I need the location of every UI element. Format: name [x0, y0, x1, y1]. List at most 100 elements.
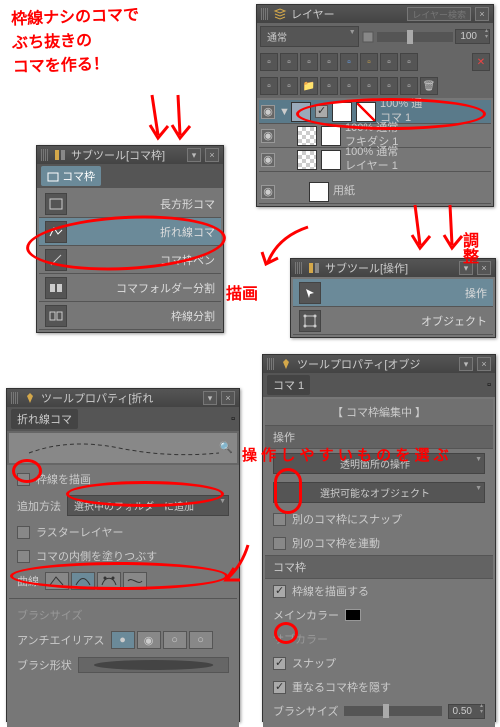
tool-row[interactable]: 操作: [293, 279, 493, 307]
layer-btn[interactable]: ▫: [320, 53, 338, 71]
titlebar[interactable]: レイヤー レイヤー検索 ×: [257, 5, 493, 23]
close-icon[interactable]: ×: [475, 7, 489, 21]
layer-btn[interactable]: ▫: [360, 77, 378, 95]
aa-btn[interactable]: ○: [189, 631, 213, 649]
checkbox[interactable]: [17, 526, 30, 539]
curve-btn[interactable]: [45, 572, 69, 590]
tabrow: コマ 1 ▫: [263, 373, 495, 397]
curve-btn[interactable]: [123, 572, 147, 590]
tool-row[interactable]: 折れ線コマ: [39, 218, 221, 246]
aa-btn[interactable]: ●: [111, 631, 135, 649]
icon[interactable]: ▫: [487, 379, 491, 391]
aa-btn[interactable]: ◉: [137, 631, 161, 649]
trash-icon[interactable]: 🗑: [420, 77, 438, 95]
close-icon[interactable]: ×: [205, 148, 219, 162]
layer-row[interactable]: ◉100% 通常フキダシ 1: [259, 124, 491, 148]
arrow-annotation: [160, 90, 200, 150]
layer-btn[interactable]: ▫: [280, 53, 298, 71]
prop-row: ブラシ形状: [265, 723, 493, 727]
layer-row[interactable]: ◉用紙: [259, 180, 491, 204]
search-tab[interactable]: レイヤー検索: [407, 7, 471, 21]
check[interactable]: [315, 105, 328, 118]
opacity-slider[interactable]: [377, 32, 454, 42]
layer-btn[interactable]: ▫: [380, 53, 398, 71]
layer-btn[interactable]: ▫: [300, 53, 318, 71]
close-icon[interactable]: ×: [221, 391, 235, 405]
checkbox[interactable]: [17, 550, 30, 563]
menu-icon[interactable]: ▾: [459, 261, 473, 275]
close-icon[interactable]: ×: [477, 261, 491, 275]
prop-row: 枠線を描画する: [265, 579, 493, 603]
tool-row[interactable]: オブジェクト: [293, 307, 493, 335]
checkbox[interactable]: [273, 585, 286, 598]
checkbox[interactable]: [273, 537, 286, 550]
layer-btn[interactable]: ✕: [472, 53, 490, 71]
blend-dropdown[interactable]: 通常: [260, 26, 359, 47]
layer-row[interactable]: ◉▼100% 通コマ 1: [259, 100, 491, 124]
brushshape-preview[interactable]: [78, 657, 229, 673]
eye-icon[interactable]: ◉: [261, 185, 275, 199]
titlebar[interactable]: サブツール[操作]▾×: [291, 259, 495, 277]
layer-btn[interactable]: ▫: [340, 77, 358, 95]
layer-btn[interactable]: ▫: [380, 77, 398, 95]
object-icon: [299, 310, 321, 332]
tool-row[interactable]: コマフォルダー分割: [39, 274, 221, 302]
eye-icon[interactable]: ◉: [261, 129, 275, 143]
layer-btn[interactable]: ▫: [400, 77, 418, 95]
dropdown[interactable]: 選択可能なオブジェクト: [273, 482, 485, 503]
new-layer[interactable]: ▫: [280, 77, 298, 95]
dropdown[interactable]: 透明箇所の操作: [273, 453, 485, 474]
section-hdr: コマ枠: [265, 555, 493, 579]
menu-icon[interactable]: ▾: [187, 148, 201, 162]
slider[interactable]: [344, 706, 441, 716]
brush-size-value[interactable]: 0.50: [448, 704, 485, 719]
thumb: [297, 150, 317, 170]
search-icon[interactable]: 🔍: [219, 441, 233, 454]
prop-row: アンチエイリアス ●◉○○: [9, 627, 237, 653]
curve-btn[interactable]: [97, 572, 121, 590]
layer-btn[interactable]: ▫: [360, 53, 378, 71]
label: ブラシ形状: [17, 657, 72, 673]
checkbox[interactable]: [273, 513, 286, 526]
titlebar[interactable]: ツールプロパティ[オブジ▾×: [263, 355, 495, 373]
menu-icon[interactable]: ▾: [203, 391, 217, 405]
expand-icon[interactable]: ▼: [279, 106, 287, 118]
menu-icon[interactable]: ▾: [459, 357, 473, 371]
tab[interactable]: コマ 1: [267, 375, 310, 395]
curve-btn[interactable]: [71, 572, 95, 590]
opacity-icon: [361, 30, 375, 44]
prop-row: サブカラー: [265, 627, 493, 651]
layer-btn[interactable]: ▫: [340, 53, 358, 71]
tab[interactable]: コマ枠: [41, 166, 101, 186]
checkbox[interactable]: [17, 473, 30, 486]
label: コマの内側を塗りつぶす: [36, 548, 157, 564]
checkbox[interactable]: [273, 681, 286, 694]
layers-icon: [273, 7, 287, 21]
aa-btn[interactable]: ○: [163, 631, 187, 649]
checkbox[interactable]: [273, 657, 286, 670]
new-layer[interactable]: ▫: [260, 77, 278, 95]
close-icon[interactable]: ×: [477, 357, 491, 371]
icon[interactable]: ▫: [231, 413, 235, 425]
layer-btn[interactable]: ▫: [400, 53, 418, 71]
addmethod-dropdown[interactable]: 選択中のフォルダーに追加: [67, 495, 229, 516]
thumb: [291, 102, 311, 122]
eye-icon[interactable]: ◉: [261, 105, 275, 119]
tool-row[interactable]: 長方形コマ: [39, 190, 221, 218]
tool-row[interactable]: 枠線分割: [39, 302, 221, 330]
arrow-annotation: [140, 90, 180, 150]
color-swatch[interactable]: [345, 609, 361, 621]
titlebar[interactable]: ツールプロパティ[折れ▾×: [7, 389, 239, 407]
layer-btn[interactable]: ▫: [320, 77, 338, 95]
new-folder[interactable]: 📁: [300, 77, 318, 95]
tool-row[interactable]: コマ枠ペン: [39, 246, 221, 274]
eye-icon[interactable]: ◉: [261, 153, 275, 167]
opacity-value[interactable]: 100: [455, 29, 490, 44]
tab[interactable]: 折れ線コマ: [11, 409, 78, 429]
frame-split-icon: [45, 305, 67, 327]
layer-row[interactable]: ◉100% 通常レイヤー 1: [259, 148, 491, 172]
label: 曲線: [17, 573, 39, 589]
titlebar[interactable]: サブツール[コマ枠]▾×: [37, 146, 223, 164]
label: ブラシサイズ: [273, 703, 338, 719]
layer-btn[interactable]: ▫: [260, 53, 278, 71]
